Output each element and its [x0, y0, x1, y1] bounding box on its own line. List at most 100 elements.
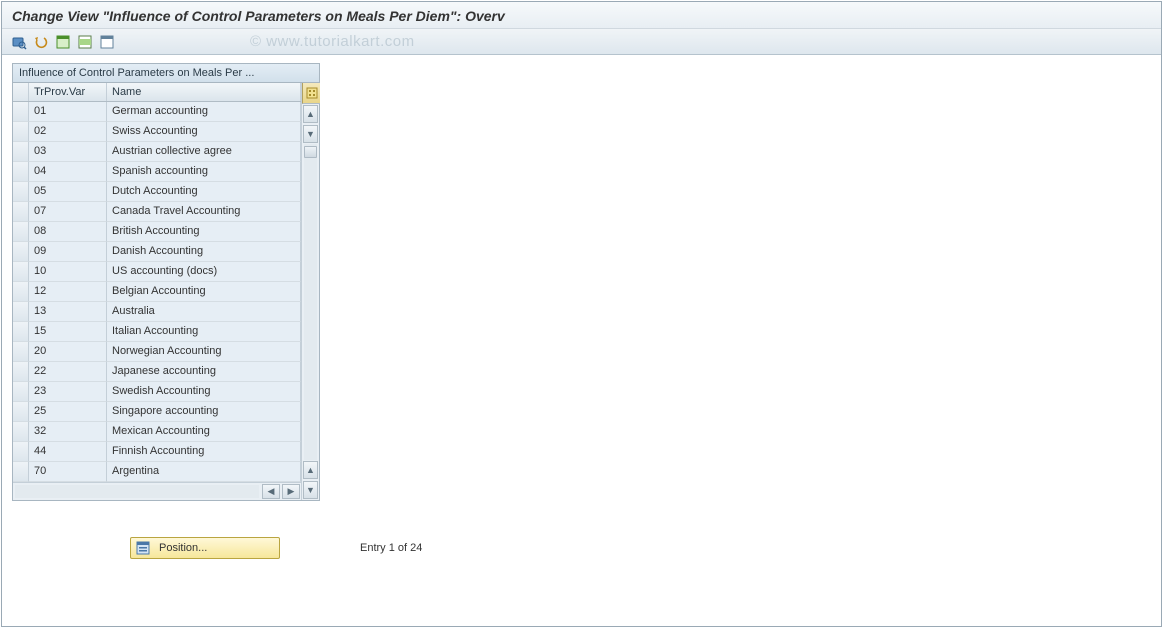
- column-header-name[interactable]: Name: [107, 83, 301, 101]
- row-selector[interactable]: [13, 322, 29, 342]
- header-select-all[interactable]: [13, 83, 29, 101]
- cell-name[interactable]: Argentina: [107, 462, 301, 482]
- table-row[interactable]: 44Finnish Accounting: [13, 442, 301, 462]
- cell-trprovvar[interactable]: 07: [29, 202, 107, 222]
- row-selector[interactable]: [13, 122, 29, 142]
- row-selector[interactable]: [13, 102, 29, 122]
- row-selector[interactable]: [13, 382, 29, 402]
- display-details-icon[interactable]: [10, 33, 28, 51]
- cell-name[interactable]: Singapore accounting: [107, 402, 301, 422]
- undo-icon[interactable]: [32, 33, 50, 51]
- cell-name[interactable]: Finnish Accounting: [107, 442, 301, 462]
- table-row[interactable]: 20Norwegian Accounting: [13, 342, 301, 362]
- table-row[interactable]: 03Austrian collective agree: [13, 142, 301, 162]
- cell-trprovvar[interactable]: 20: [29, 342, 107, 362]
- cell-trprovvar[interactable]: 44: [29, 442, 107, 462]
- cell-name[interactable]: Austrian collective agree: [107, 142, 301, 162]
- cell-trprovvar[interactable]: 01: [29, 102, 107, 122]
- cell-name[interactable]: Mexican Accounting: [107, 422, 301, 442]
- cell-trprovvar[interactable]: 15: [29, 322, 107, 342]
- table-row[interactable]: 25Singapore accounting: [13, 402, 301, 422]
- select-all-icon[interactable]: [54, 33, 72, 51]
- cell-trprovvar[interactable]: 04: [29, 162, 107, 182]
- deselect-all-icon[interactable]: [98, 33, 116, 51]
- cell-trprovvar[interactable]: 03: [29, 142, 107, 162]
- cell-trprovvar[interactable]: 13: [29, 302, 107, 322]
- scroll-up-icon[interactable]: ▲: [303, 105, 318, 123]
- scroll-track[interactable]: [304, 144, 317, 460]
- cell-trprovvar[interactable]: 09: [29, 242, 107, 262]
- row-selector[interactable]: [13, 242, 29, 262]
- table-row[interactable]: 23Swedish Accounting: [13, 382, 301, 402]
- cell-trprovvar[interactable]: 25: [29, 402, 107, 422]
- scroll-thumb[interactable]: [304, 146, 317, 158]
- row-selector[interactable]: [13, 442, 29, 462]
- row-selector[interactable]: [13, 162, 29, 182]
- scroll-down2-icon[interactable]: ▼: [303, 481, 318, 499]
- vertical-scrollbar[interactable]: ▲ ▼ ▲ ▼: [301, 83, 319, 500]
- cell-name[interactable]: German accounting: [107, 102, 301, 122]
- cell-name[interactable]: Danish Accounting: [107, 242, 301, 262]
- column-header-trprovvar[interactable]: TrProv.Var: [29, 83, 107, 101]
- row-selector[interactable]: [13, 182, 29, 202]
- cell-name[interactable]: Spanish accounting: [107, 162, 301, 182]
- row-selector[interactable]: [13, 342, 29, 362]
- cell-trprovvar[interactable]: 22: [29, 362, 107, 382]
- table-row[interactable]: 70Argentina: [13, 462, 301, 482]
- data-table: Influence of Control Parameters on Meals…: [12, 63, 320, 501]
- cell-trprovvar[interactable]: 05: [29, 182, 107, 202]
- table-row[interactable]: 12Belgian Accounting: [13, 282, 301, 302]
- position-button[interactable]: Position...: [130, 537, 280, 559]
- table-row[interactable]: 15Italian Accounting: [13, 322, 301, 342]
- entry-counter: Entry 1 of 24: [360, 542, 422, 554]
- scroll-left-icon[interactable]: ◀: [262, 484, 280, 499]
- table-row[interactable]: 13Australia: [13, 302, 301, 322]
- cell-trprovvar[interactable]: 08: [29, 222, 107, 242]
- row-selector[interactable]: [13, 222, 29, 242]
- cell-trprovvar[interactable]: 10: [29, 262, 107, 282]
- cell-name[interactable]: Australia: [107, 302, 301, 322]
- cell-name[interactable]: Swiss Accounting: [107, 122, 301, 142]
- cell-name[interactable]: US accounting (docs): [107, 262, 301, 282]
- cell-name[interactable]: Norwegian Accounting: [107, 342, 301, 362]
- scroll-down-icon[interactable]: ▼: [303, 125, 318, 143]
- table-row[interactable]: 10US accounting (docs): [13, 262, 301, 282]
- cell-name[interactable]: Dutch Accounting: [107, 182, 301, 202]
- scroll-up2-icon[interactable]: ▲: [303, 461, 318, 479]
- horizontal-scrollbar[interactable]: ◀ ▶: [13, 482, 301, 500]
- row-selector[interactable]: [13, 142, 29, 162]
- cell-name[interactable]: Japanese accounting: [107, 362, 301, 382]
- cell-name[interactable]: British Accounting: [107, 222, 301, 242]
- cell-name[interactable]: Swedish Accounting: [107, 382, 301, 402]
- cell-name[interactable]: Canada Travel Accounting: [107, 202, 301, 222]
- table-row[interactable]: 01German accounting: [13, 102, 301, 122]
- cell-trprovvar[interactable]: 02: [29, 122, 107, 142]
- row-selector[interactable]: [13, 362, 29, 382]
- position-icon: [135, 540, 151, 556]
- table-row[interactable]: 05Dutch Accounting: [13, 182, 301, 202]
- select-block-icon[interactable]: [76, 33, 94, 51]
- table-row[interactable]: 22Japanese accounting: [13, 362, 301, 382]
- row-selector[interactable]: [13, 282, 29, 302]
- cell-name[interactable]: Italian Accounting: [107, 322, 301, 342]
- cell-name[interactable]: Belgian Accounting: [107, 282, 301, 302]
- scroll-right-icon[interactable]: ▶: [282, 484, 300, 499]
- table-row[interactable]: 04Spanish accounting: [13, 162, 301, 182]
- app-toolbar: © www.tutorialkart.com: [2, 29, 1161, 55]
- row-selector[interactable]: [13, 202, 29, 222]
- cell-trprovvar[interactable]: 12: [29, 282, 107, 302]
- table-row[interactable]: 02Swiss Accounting: [13, 122, 301, 142]
- cell-trprovvar[interactable]: 23: [29, 382, 107, 402]
- row-selector[interactable]: [13, 262, 29, 282]
- configure-columns-icon[interactable]: [302, 83, 320, 104]
- table-row[interactable]: 08British Accounting: [13, 222, 301, 242]
- table-row[interactable]: 07Canada Travel Accounting: [13, 202, 301, 222]
- cell-trprovvar[interactable]: 70: [29, 462, 107, 482]
- table-row[interactable]: 09Danish Accounting: [13, 242, 301, 262]
- row-selector[interactable]: [13, 302, 29, 322]
- row-selector[interactable]: [13, 422, 29, 442]
- row-selector[interactable]: [13, 402, 29, 422]
- cell-trprovvar[interactable]: 32: [29, 422, 107, 442]
- table-row[interactable]: 32Mexican Accounting: [13, 422, 301, 442]
- row-selector[interactable]: [13, 462, 29, 482]
